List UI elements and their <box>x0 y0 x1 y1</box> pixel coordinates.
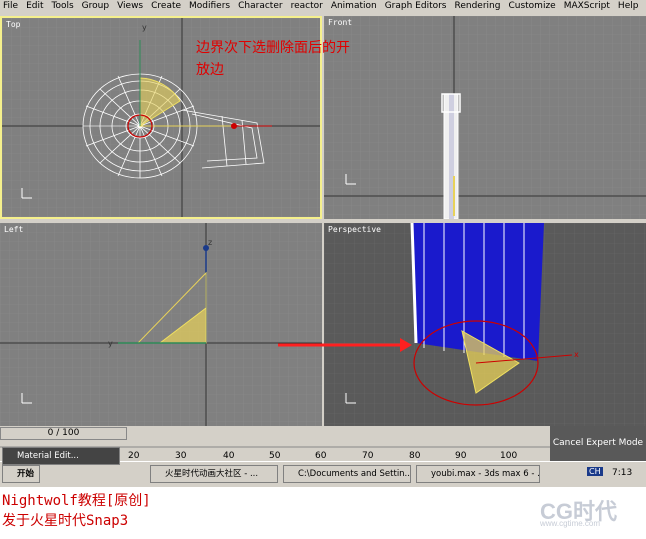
tick-90: 90 <box>455 451 467 461</box>
watermark-url: www.cgtime.com <box>540 519 601 528</box>
menu-tools[interactable]: Tools <box>52 0 74 13</box>
menu-animation[interactable]: Animation <box>331 0 377 13</box>
caption-line-1: Nightwolf教程[原创] <box>2 493 151 509</box>
viewport-area: y Top Front z y Left x Perspective 边界次下选… <box>0 13 646 426</box>
menu-modifiers[interactable]: Modifiers <box>189 0 230 13</box>
taskbar-clock: 7:13 <box>612 468 633 478</box>
tick-20: 20 <box>128 451 140 461</box>
time-slider[interactable]: 0 / 100 <box>0 427 127 440</box>
task-3dsmax[interactable]: youbi.max - 3ds max 6 - ... <box>416 465 540 483</box>
menu-bar: File Edit Tools Group Views Create Modif… <box>0 0 646 13</box>
cancel-expert-mode-button[interactable]: Cancel Expert Mode <box>550 426 646 461</box>
menu-maxscript[interactable]: MAXScript <box>564 0 610 13</box>
task-material-editor[interactable]: Material Edit... <box>2 447 120 465</box>
tick-40: 40 <box>223 451 235 461</box>
menu-file[interactable]: File <box>3 0 18 13</box>
tick-80: 80 <box>409 451 421 461</box>
menu-graph-editors[interactable]: Graph Editors <box>385 0 447 13</box>
menu-views[interactable]: Views <box>117 0 143 13</box>
menu-create[interactable]: Create <box>151 0 181 13</box>
task-hxsd-community[interactable]: 火星时代动画大社区 - ... <box>150 465 278 483</box>
tick-50: 50 <box>269 451 281 461</box>
windows-taskbar: 开始 Material Edit... 火星时代动画大社区 - ... C:\D… <box>0 447 646 487</box>
menu-customize[interactable]: Customize <box>508 0 555 13</box>
tick-30: 30 <box>175 451 187 461</box>
annotation-line-2: 放边 <box>196 62 224 78</box>
menu-group[interactable]: Group <box>82 0 109 13</box>
annotation-text: 边界次下选删除面后的开 放边 <box>196 37 350 81</box>
lang-indicator[interactable]: CH <box>587 467 603 476</box>
tick-60: 60 <box>315 451 327 461</box>
tick-100: 100 <box>500 451 517 461</box>
start-button[interactable]: 开始 <box>2 465 40 483</box>
caption-line-2: 发于火星时代Snap3 <box>2 513 129 529</box>
tick-70: 70 <box>362 451 374 461</box>
menu-rendering[interactable]: Rendering <box>455 0 501 13</box>
menu-help[interactable]: Help <box>618 0 639 13</box>
task-documents-folder[interactable]: C:\Documents and Settin... <box>283 465 411 483</box>
annotation-line-1: 边界次下选删除面后的开 <box>196 40 350 56</box>
menu-edit[interactable]: Edit <box>26 0 43 13</box>
menu-character[interactable]: Character <box>238 0 282 13</box>
menu-reactor[interactable]: reactor <box>291 0 323 13</box>
